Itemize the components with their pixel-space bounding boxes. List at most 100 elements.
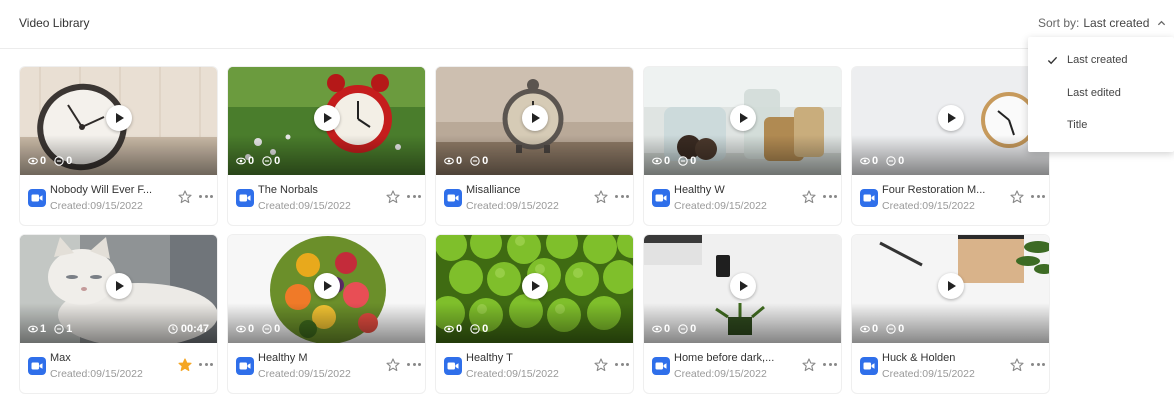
- video-stats: 0 0: [652, 155, 696, 167]
- duration-text: 00:47: [180, 323, 209, 335]
- more-options-icon[interactable]: [823, 363, 837, 367]
- video-title[interactable]: The Norbals: [258, 184, 366, 196]
- video-thumbnail[interactable]: 0 0: [436, 235, 633, 343]
- eye-icon: [444, 157, 454, 165]
- video-title[interactable]: Healthy T: [466, 352, 574, 364]
- star-icon[interactable]: [802, 190, 816, 204]
- star-icon[interactable]: [178, 190, 192, 204]
- play-button[interactable]: [522, 105, 548, 131]
- more-options-icon[interactable]: [615, 195, 629, 199]
- comments-count: 0: [274, 155, 281, 167]
- sort-option-last-created[interactable]: Last created: [1067, 54, 1128, 66]
- play-icon: [740, 113, 748, 123]
- video-title[interactable]: Home before dark,...: [674, 352, 782, 364]
- views-count: 0: [872, 323, 879, 335]
- play-button[interactable]: [106, 105, 132, 131]
- video-info: Home before dark,... Created:09/15/2022: [644, 343, 841, 393]
- play-button[interactable]: [938, 105, 964, 131]
- more-options-icon[interactable]: [615, 363, 629, 367]
- video-card[interactable]: 0 0 Healthy T Created:09/15/2022: [435, 234, 634, 394]
- check-icon: [1047, 56, 1058, 65]
- star-icon[interactable]: [594, 358, 608, 372]
- more-options-icon[interactable]: [407, 363, 421, 367]
- video-card[interactable]: 0 0 Healthy M Created:09/15/2022: [227, 234, 426, 394]
- star-filled-icon[interactable]: [178, 358, 192, 372]
- video-grid: 0 0 Nobody Will Ever F... Created:09/15/…: [19, 66, 1059, 394]
- play-button[interactable]: [314, 105, 340, 131]
- more-options-icon[interactable]: [199, 363, 213, 367]
- page-title: Video Library: [19, 16, 90, 30]
- video-title[interactable]: Huck & Holden: [882, 352, 990, 364]
- more-options-icon[interactable]: [1031, 195, 1045, 199]
- video-stats: 0 0: [860, 323, 904, 335]
- video-thumbnail[interactable]: 0 0: [644, 235, 841, 343]
- play-button[interactable]: [106, 273, 132, 299]
- star-icon[interactable]: [386, 358, 400, 372]
- play-button[interactable]: [730, 273, 756, 299]
- views-count: 0: [664, 323, 671, 335]
- eye-icon: [860, 157, 870, 165]
- video-thumbnail[interactable]: 0 0: [644, 67, 841, 175]
- video-title[interactable]: Four Restoration M...: [882, 184, 990, 196]
- video-title[interactable]: Healthy W: [674, 184, 782, 196]
- video-info: Misalliance Created:09/15/2022: [436, 175, 633, 225]
- more-options-icon[interactable]: [823, 195, 837, 199]
- video-card[interactable]: 0 0 Misalliance Created:09/15/2022: [435, 66, 634, 226]
- video-card[interactable]: 0 0 The Norbals Created:09/15/2022: [227, 66, 426, 226]
- sort-option-title[interactable]: Title: [1067, 119, 1087, 131]
- comments-count: 0: [898, 155, 905, 167]
- views-count: 0: [456, 155, 463, 167]
- video-thumbnail[interactable]: 0 0: [852, 67, 1049, 175]
- play-button[interactable]: [938, 273, 964, 299]
- video-created-date: Created:09/15/2022: [258, 368, 351, 380]
- star-icon[interactable]: [802, 358, 816, 372]
- video-title[interactable]: Healthy M: [258, 352, 366, 364]
- play-button[interactable]: [314, 273, 340, 299]
- video-card[interactable]: 0 0 Four Restoration M... Created:09/15/…: [851, 66, 1050, 226]
- more-options-icon[interactable]: [1031, 363, 1045, 367]
- eye-icon: [236, 325, 246, 333]
- video-thumbnail[interactable]: 0 0: [228, 67, 425, 175]
- video-created-date: Created:09/15/2022: [882, 368, 975, 380]
- comments-stat: 0: [678, 323, 696, 335]
- video-card[interactable]: 0 0 Home before dark,... Created:09/15/2…: [643, 234, 842, 394]
- star-icon[interactable]: [1010, 358, 1024, 372]
- comment-icon: [886, 324, 896, 334]
- video-title[interactable]: Misalliance: [466, 184, 574, 196]
- video-info: Healthy T Created:09/15/2022: [436, 343, 633, 393]
- sort-option-last-edited[interactable]: Last edited: [1067, 87, 1121, 99]
- video-card[interactable]: 0 0 Nobody Will Ever F... Created:09/15/…: [19, 66, 218, 226]
- sort-toggle[interactable]: Sort by: Last created: [1038, 16, 1166, 30]
- video-info: Healthy W Created:09/15/2022: [644, 175, 841, 225]
- video-thumbnail[interactable]: 0 0: [852, 235, 1049, 343]
- video-stats: 1 1: [28, 323, 72, 335]
- star-icon[interactable]: [386, 190, 400, 204]
- video-thumbnail[interactable]: 0 0: [436, 67, 633, 175]
- play-icon: [948, 113, 956, 123]
- video-title[interactable]: Nobody Will Ever F...: [50, 184, 158, 196]
- more-options-icon[interactable]: [199, 195, 213, 199]
- video-card[interactable]: 1 1 00:47 Max Created:09/15/2022: [19, 234, 218, 394]
- video-card[interactable]: 0 0 Huck & Holden Created:09/15/2022: [851, 234, 1050, 394]
- video-thumbnail[interactable]: 0 0: [228, 235, 425, 343]
- play-button[interactable]: [730, 105, 756, 131]
- more-options-icon[interactable]: [407, 195, 421, 199]
- chevron-up-icon: [1158, 20, 1166, 25]
- play-button[interactable]: [522, 273, 548, 299]
- star-icon[interactable]: [1010, 190, 1024, 204]
- play-icon: [116, 281, 124, 291]
- header: Video Library Sort by: Last created: [0, 0, 1174, 49]
- sort-prefix: Sort by:: [1038, 16, 1080, 30]
- star-icon[interactable]: [594, 190, 608, 204]
- video-info: Healthy M Created:09/15/2022: [228, 343, 425, 393]
- views-stat: 0: [444, 155, 462, 167]
- video-thumbnail[interactable]: 0 0: [20, 67, 217, 175]
- video-card[interactable]: 0 0 Healthy W Created:09/15/2022: [643, 66, 842, 226]
- play-icon: [324, 281, 332, 291]
- sort-value: Last created: [1083, 16, 1150, 30]
- comment-icon: [262, 324, 272, 334]
- video-thumbnail[interactable]: 1 1 00:47: [20, 235, 217, 343]
- comment-icon: [678, 324, 688, 334]
- video-title[interactable]: Max: [50, 352, 158, 364]
- video-created-date: Created:09/15/2022: [674, 200, 767, 212]
